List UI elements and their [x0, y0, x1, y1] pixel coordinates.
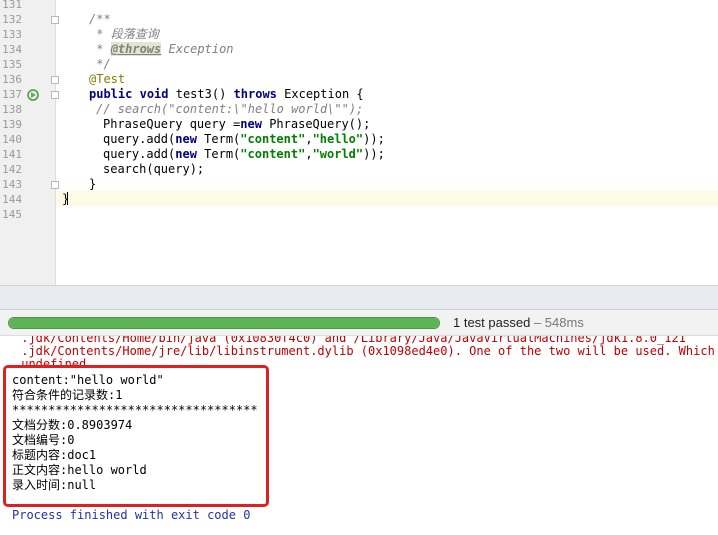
fold-marker[interactable] [51, 16, 59, 24]
code-line: search(query); [103, 162, 205, 176]
test-progress-bar [8, 317, 440, 329]
line-number: 140 [2, 133, 22, 146]
fold-marker[interactable] [51, 181, 59, 189]
test-result-text: 1 test passed – 548ms [453, 315, 584, 330]
code-line: } [62, 192, 70, 206]
line-number: 144 [2, 193, 22, 206]
code-line: * 段落查询 [89, 27, 159, 41]
line-number: 133 [2, 28, 22, 41]
line-number: 131 [2, 0, 22, 11]
code-editor[interactable]: 131 132 133 134 135 136 137 138 139 140 … [0, 0, 718, 285]
fold-marker[interactable] [51, 76, 59, 84]
code-line: query.add(new Term("content","world")); [103, 147, 385, 161]
code-line: // search("content:\"hello world\""); [96, 102, 364, 116]
test-status-bar: 1 test passed – 548ms [0, 310, 718, 336]
line-number: 139 [2, 118, 22, 131]
line-number: 141 [2, 148, 22, 161]
line-number: 142 [2, 163, 22, 176]
output-highlight-box [3, 365, 269, 507]
line-number: 137 [2, 88, 22, 101]
line-number: 138 [2, 103, 22, 116]
test-progress-fill [9, 318, 439, 328]
console-line: .jdk/Contents/Home/jre/lib/libinstrument… [14, 344, 718, 358]
line-number: 143 [2, 178, 22, 191]
line-number: 145 [2, 208, 22, 221]
code-line: */ [89, 57, 111, 71]
code-line: query.add(new Term("content","hello")); [103, 132, 385, 146]
code-line: } [89, 177, 97, 191]
text-caret [67, 192, 68, 205]
code-line: @Test [89, 72, 126, 86]
code-line: /** [89, 12, 111, 26]
line-number: 132 [2, 13, 22, 26]
run-test-icon[interactable] [27, 88, 41, 102]
editor-gutter: 131 132 133 134 135 136 137 138 139 140 … [0, 0, 59, 285]
line-number: 135 [2, 58, 22, 71]
code-line: public void test3() throws Exception { [89, 87, 364, 101]
console-exit-line: Process finished with exit code 0 [12, 508, 251, 522]
line-number: 136 [2, 73, 22, 86]
code-line: PhraseQuery query =new PhraseQuery(); [103, 117, 371, 131]
fold-marker[interactable] [51, 91, 59, 99]
test-runner-toolbar [0, 285, 718, 310]
line-number: 134 [2, 43, 22, 56]
code-line: * @throws Exception [89, 42, 234, 56]
current-line-highlight [56, 191, 718, 206]
